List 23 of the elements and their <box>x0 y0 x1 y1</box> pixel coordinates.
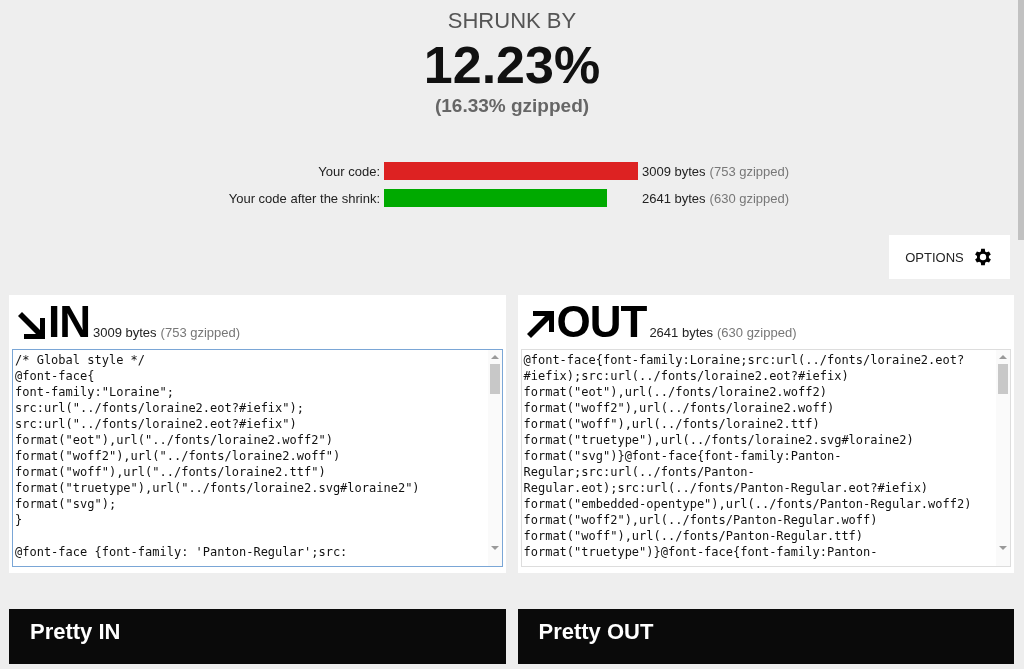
shrunk-heading: SHRUNK BY <box>447 8 577 34</box>
byte-count: 2641 bytes <box>649 325 713 340</box>
pretty-panel-header: Pretty IN <box>9 609 506 664</box>
scrollbar[interactable] <box>996 350 1010 566</box>
panel-title: OUT <box>556 296 647 348</box>
bar-label: Your code after the shrink: <box>227 190 381 206</box>
options-button[interactable]: OPTIONS <box>889 235 1010 279</box>
gzipped-count: (753 gzipped) <box>160 325 241 340</box>
byte-count: 3009 bytes <box>93 325 157 340</box>
bar-label: Your code: <box>317 163 381 179</box>
byte-count: 2641 bytes <box>642 190 706 206</box>
page-scrollbar[interactable] <box>1018 0 1024 240</box>
scrollbar[interactable] <box>487 350 502 566</box>
panel-title: IN <box>48 296 90 348</box>
gzipped-count: (630 gzipped) <box>709 190 790 206</box>
byte-count: 3009 bytes <box>642 163 706 179</box>
shrink-percent: 12.23% <box>423 36 601 94</box>
code-editor[interactable]: @font-face{font-family:Loraine;src:url(../fonts/loraine2.eot? #iefix);src:url(../fonts/loraine2.eot?#iefix) format("eot"),url(../fonts/loraine2.woff2) format("woff2"),url(../fonts/loraine2.woff) format("woff"),url(../fonts/loraine2.ttf) format("truetype"),url(../fonts/loraine2.svg#loraine2) format("svg")}@font-face{font-family:Panton- Regular;src:url(../fonts/Panton- Regular.eot);src:url(../fonts/Panton-Regular.eot?#iefix) format("embedded-opentype"),url(../fonts/Panton-Regular.woff2) format("woff2"),url(../fonts/Panton-Regular.woff) format("woff"),url(../fonts/Panton-Regular.ttf) format("truetype")}@font-face{font-family:Panton- <box>520 349 1011 567</box>
gzipped-count: (630 gzipped) <box>717 325 797 340</box>
gzipped-count: (753 gzipped) <box>709 163 790 179</box>
code-editor[interactable]: /* Global style */ @font-face{ font-family:"Loraine"; src:url("../fonts/loraine2.eot?#iefix"); src:url("../fonts/loraine2.eot?#iefix") format("eot"),url("../fonts/loraine2.woff2") format("woff2"),url("../fonts/loraine2.woff") format("woff"),url("../fonts/loraine2.ttf") format("truetype"),url("../fonts/loraine2.svg#loraine2") format("svg"); } @font-face {font-family: 'Panton-Regular';src: <box>12 349 503 567</box>
gzipped-percent: (16.33% gzipped) <box>434 94 590 118</box>
pretty-panel-header: Pretty OUT <box>517 609 1014 664</box>
